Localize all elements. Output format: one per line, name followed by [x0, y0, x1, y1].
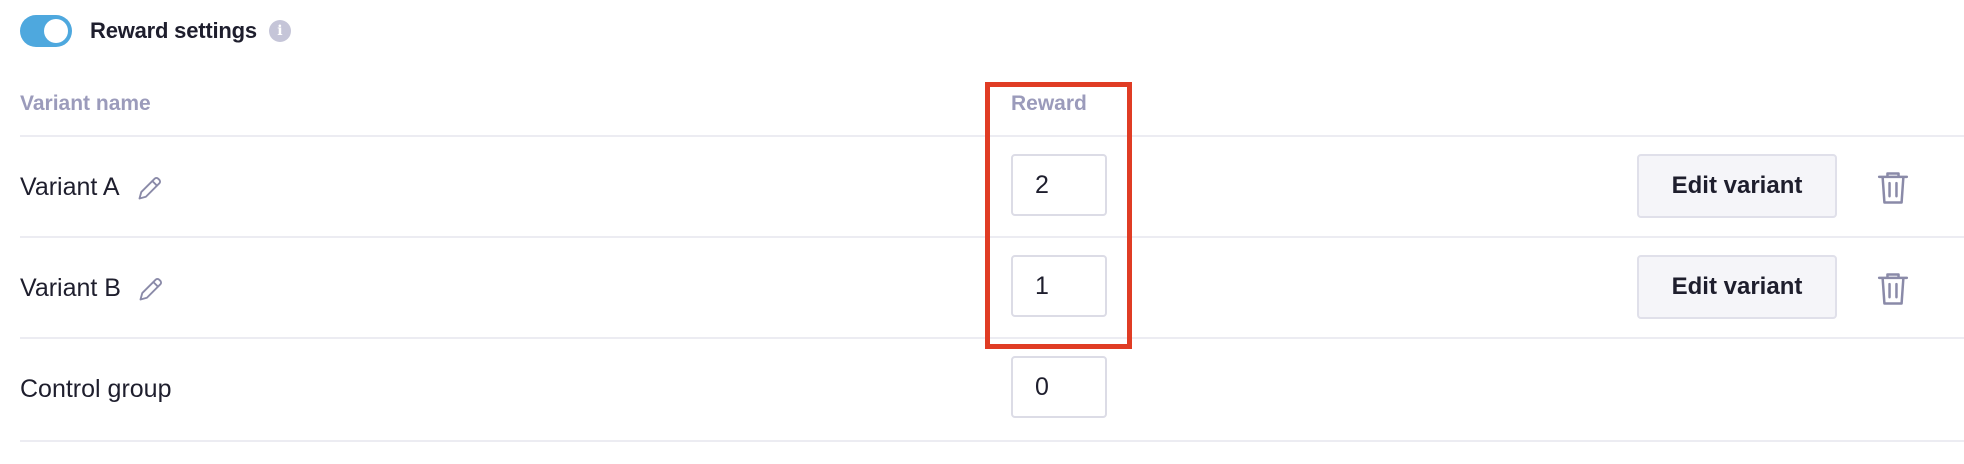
variant-name: Control group	[20, 375, 172, 403]
table-row: Variant A Edit variant	[20, 135, 1964, 238]
edit-variant-button[interactable]: Edit variant	[1637, 154, 1837, 218]
variant-name: Variant A	[20, 173, 120, 201]
column-header-reward: Reward	[1011, 92, 1087, 115]
variant-name-cell: Variant A	[20, 137, 164, 238]
toggle-knob	[44, 19, 68, 43]
pencil-icon[interactable]	[136, 174, 164, 202]
reward-input[interactable]	[1011, 356, 1107, 418]
edit-variant-button[interactable]: Edit variant	[1637, 255, 1837, 319]
pencil-icon[interactable]	[137, 275, 165, 303]
table-row: Variant B Edit variant	[20, 236, 1964, 339]
column-header-variant-name: Variant name	[20, 92, 151, 115]
settings-title: Reward settings	[90, 18, 257, 43]
reward-settings-toggle[interactable]	[20, 15, 72, 47]
info-icon[interactable]: i	[268, 20, 291, 42]
reward-settings-panel: Reward settings i Variant name Reward Va…	[0, 0, 1964, 464]
variant-name: Variant B	[20, 274, 121, 302]
table-row: Control group	[20, 337, 1964, 442]
trash-icon[interactable]	[1876, 271, 1910, 307]
variant-name-cell: Control group	[20, 339, 171, 440]
reward-input[interactable]	[1011, 255, 1107, 317]
variant-name-cell: Variant B	[20, 238, 165, 339]
trash-icon[interactable]	[1876, 170, 1910, 206]
settings-header: Reward settings i	[20, 14, 291, 48]
reward-input[interactable]	[1011, 154, 1107, 216]
